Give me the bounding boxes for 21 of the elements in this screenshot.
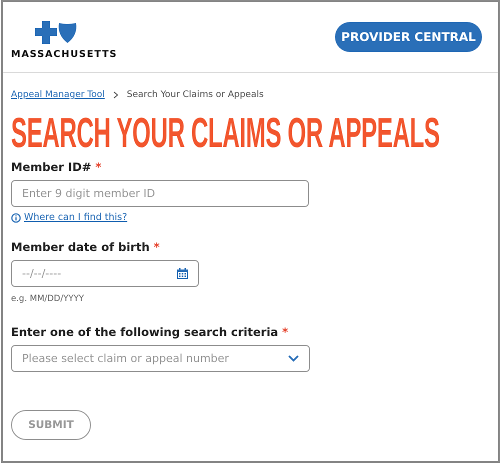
help-link[interactable]: Where can I find this? [24, 212, 128, 223]
field-label: Enter one of the following search criteria [11, 325, 278, 339]
input-field[interactable]: Enter 9 digit member ID [11, 180, 309, 207]
required-mark: * [95, 160, 102, 174]
breadcrumb-current: Search Your Claims or Appeals [126, 90, 264, 100]
chevron-down-icon [288, 355, 299, 362]
breadcrumb-link[interactable]: Appeal Manager Tool [11, 90, 105, 100]
format-hint: e.g. MM/DD/YYYY [11, 294, 84, 304]
cross-shield-logo-icon [35, 20, 79, 44]
page-title: SEARCH YOUR CLAIMS OR APPEALS [11, 110, 440, 154]
calendar-icon[interactable] [177, 268, 188, 279]
logo-text: MASSACHUSETTS [11, 48, 118, 60]
date-field[interactable]: --/--/---- [11, 260, 199, 287]
chevron-right-icon [112, 91, 119, 99]
required-mark: * [154, 240, 160, 254]
provider-central-button[interactable]: PROVIDER CENTRAL [335, 22, 482, 52]
select-field[interactable]: Please select claim or appeal number [11, 345, 310, 372]
info-icon [11, 212, 21, 222]
field-label: Member ID# [11, 160, 92, 174]
required-mark: * [282, 325, 288, 339]
field-label: Member date of birth [11, 240, 150, 254]
